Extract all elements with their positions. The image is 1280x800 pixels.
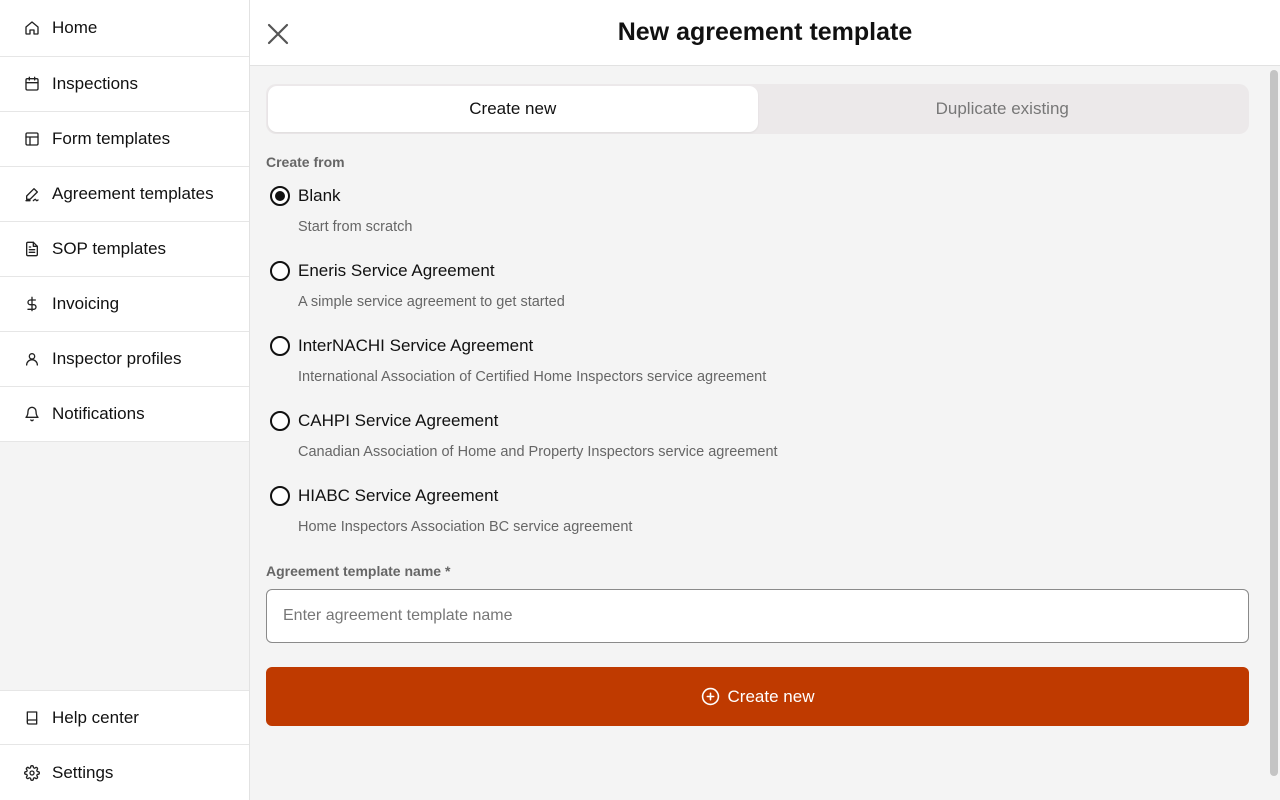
calendar-icon xyxy=(24,76,40,92)
sidebar-item-label: Notifications xyxy=(52,404,145,423)
option-cahpi-service-agreement[interactable]: CAHPI Service Agreement Canadian Associa… xyxy=(266,409,1249,484)
signature-icon xyxy=(24,186,40,202)
radio-button[interactable] xyxy=(270,186,290,206)
option-title: CAHPI Service Agreement xyxy=(298,411,499,430)
sidebar-item-label: Inspector profiles xyxy=(52,349,182,368)
sidebar-item-settings[interactable]: Settings xyxy=(0,745,249,800)
sidebar-item-label: Form templates xyxy=(52,129,171,148)
document-icon xyxy=(24,241,40,257)
sidebar-item-agreement-templates[interactable]: Agreement templates xyxy=(0,167,249,222)
option-title: Eneris Service Agreement xyxy=(298,261,495,280)
option-title: HIABC Service Agreement xyxy=(298,486,499,505)
option-title: Blank xyxy=(298,186,341,205)
sidebar: Home Inspections Form templates Agreemen… xyxy=(0,0,250,800)
sidebar-item-invoicing[interactable]: Invoicing xyxy=(0,277,249,332)
user-icon xyxy=(24,351,40,367)
close-button[interactable] xyxy=(266,22,290,46)
option-description: Start from scratch xyxy=(298,219,413,235)
sidebar-item-sop-templates[interactable]: SOP templates xyxy=(0,222,249,277)
sidebar-item-form-templates[interactable]: Form templates xyxy=(0,112,249,167)
page-title: New agreement template xyxy=(617,18,913,46)
book-icon xyxy=(24,710,40,726)
option-title: InterNACHI Service Agreement xyxy=(298,336,534,355)
close-icon xyxy=(266,22,290,46)
sidebar-item-label: SOP templates xyxy=(52,239,167,258)
sidebar-bottom-nav: Help center Settings xyxy=(0,690,249,800)
sidebar-item-inspector-profiles[interactable]: Inspector profiles xyxy=(0,332,249,387)
sidebar-item-label: Invoicing xyxy=(52,294,120,313)
scrollbar[interactable] xyxy=(1270,70,1278,776)
radio-button[interactable] xyxy=(270,411,290,431)
sidebar-item-notifications[interactable]: Notifications xyxy=(0,387,249,442)
sidebar-item-label: Help center xyxy=(52,707,139,727)
create-new-button[interactable]: Create new xyxy=(266,667,1249,726)
dollar-icon xyxy=(24,296,40,312)
option-hiabc-service-agreement[interactable]: HIABC Service Agreement Home Inspectors … xyxy=(266,484,1249,559)
radio-button[interactable] xyxy=(270,261,290,281)
create-from-options: Blank Start from scratch Eneris Service … xyxy=(266,184,1249,559)
layout-icon xyxy=(24,131,40,147)
sidebar-nav: Home Inspections Form templates Agreemen… xyxy=(0,0,249,442)
option-description: International Association of Certified H… xyxy=(298,369,767,385)
radio-button[interactable] xyxy=(270,486,290,506)
sidebar-item-help-center[interactable]: Help center xyxy=(0,690,249,745)
bell-icon xyxy=(24,406,40,422)
sidebar-item-label: Home xyxy=(52,18,98,37)
tab-create-new[interactable]: Create new xyxy=(268,86,758,132)
create-from-label: Create from xyxy=(266,154,345,170)
sidebar-item-home[interactable]: Home xyxy=(0,0,249,57)
option-internachi-service-agreement[interactable]: InterNACHI Service Agreement Internation… xyxy=(266,334,1249,409)
template-name-input[interactable] xyxy=(266,589,1249,643)
option-description: Canadian Association of Home and Propert… xyxy=(298,444,778,460)
option-description: Home Inspectors Association BC service a… xyxy=(298,519,633,535)
template-name-label: Agreement template name * xyxy=(266,563,451,579)
option-eneris-service-agreement[interactable]: Eneris Service Agreement A simple servic… xyxy=(266,259,1249,334)
option-blank[interactable]: Blank Start from scratch xyxy=(266,184,1249,259)
panel-header: New agreement template xyxy=(250,0,1280,66)
home-icon xyxy=(24,20,40,36)
option-description: A simple service agreement to get starte… xyxy=(298,294,565,310)
create-new-button-label: Create new xyxy=(727,686,815,706)
mode-tabs: Create new Duplicate existing xyxy=(266,84,1249,134)
sidebar-item-inspections[interactable]: Inspections xyxy=(0,57,249,112)
tab-duplicate-existing[interactable]: Duplicate existing xyxy=(758,86,1248,132)
gear-icon xyxy=(24,764,40,781)
sidebar-item-label: Inspections xyxy=(52,74,138,93)
radio-button[interactable] xyxy=(270,336,290,356)
agreement-template-panel: New agreement template Create new Duplic… xyxy=(250,0,1280,800)
plus-circle-icon xyxy=(701,687,720,706)
form-content: Create new Duplicate existing Create fro… xyxy=(266,84,1249,726)
sidebar-item-label: Agreement templates xyxy=(52,184,214,203)
sidebar-item-label: Settings xyxy=(52,762,114,782)
